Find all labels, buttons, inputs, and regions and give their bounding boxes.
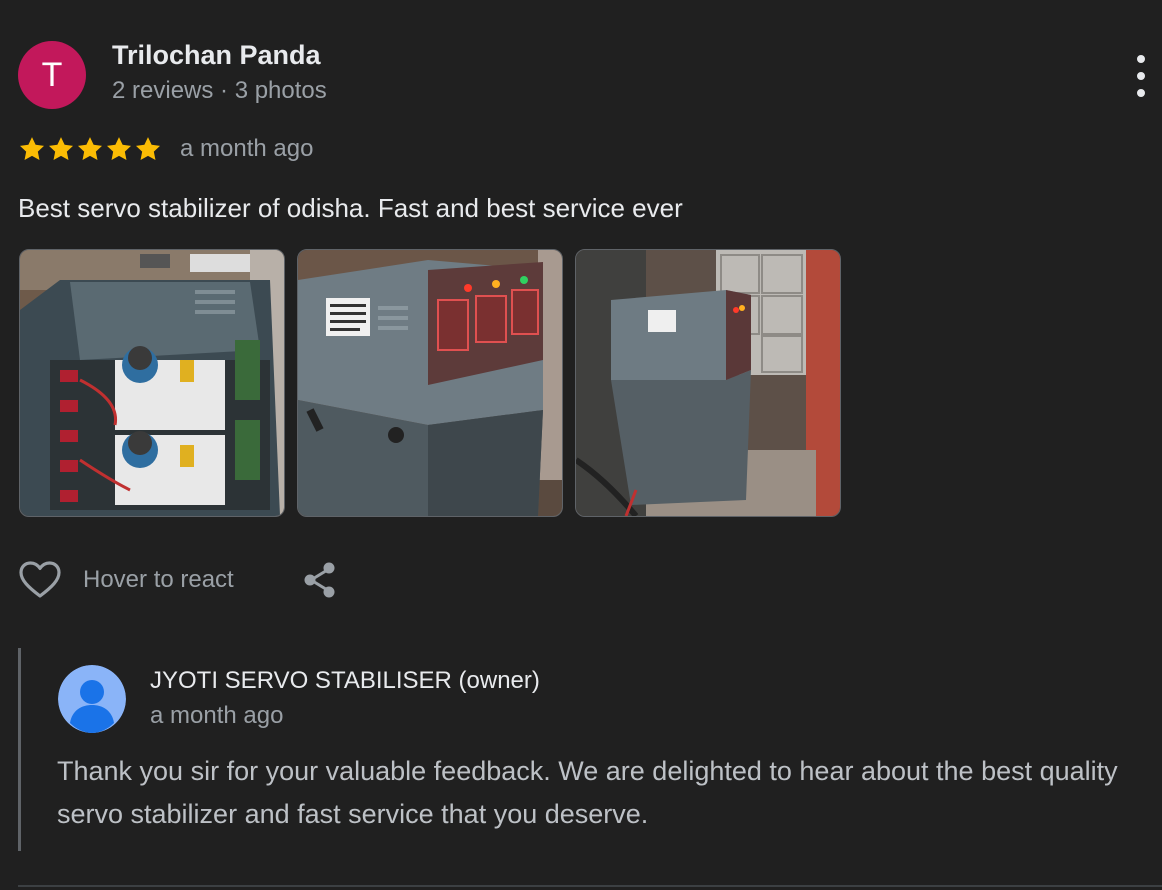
person-avatar-icon (58, 665, 126, 733)
share-icon[interactable] (300, 560, 340, 600)
review-text: Best servo stabilizer of odisha. Fast an… (18, 193, 683, 223)
more-vert-icon-dot (1137, 89, 1145, 97)
reviewer-avatar[interactable]: T (18, 41, 86, 109)
stabilizer-front-photo (298, 250, 562, 516)
review-photo-3[interactable] (575, 249, 841, 517)
star-icon (19, 137, 45, 160)
owner-reply-date: a month ago (150, 702, 284, 729)
more-options-button[interactable] (1124, 55, 1158, 97)
rating-row: a month ago (18, 134, 313, 164)
react-label: Hover to react (83, 566, 234, 593)
owner-avatar (58, 665, 126, 733)
owner-reply: JYOTI SERVO STABILISER (owner) a month a… (18, 648, 1151, 851)
star-icon (48, 137, 74, 160)
review-date: a month ago (180, 135, 314, 162)
review-photo-1[interactable] (19, 249, 285, 517)
more-vert-icon (1137, 55, 1145, 63)
divider (18, 885, 1162, 887)
review-actions: Hover to react (18, 558, 340, 602)
heart-icon (19, 561, 61, 598)
stabilizer-installed-photo (576, 250, 840, 516)
stabilizer-interior-photo (20, 250, 284, 516)
reviewer-meta[interactable]: 2 reviews · 3 photos (112, 77, 327, 105)
star-rating (18, 135, 162, 163)
star-icon (135, 137, 161, 160)
react-button[interactable]: Hover to react (18, 560, 234, 600)
review-card: T Trilochan Panda 2 reviews · 3 photos a… (0, 0, 1162, 890)
more-vert-icon-dot (1137, 72, 1145, 80)
owner-reply-text: Thank you sir for your valuable feedback… (57, 756, 1118, 829)
review-photos (19, 249, 841, 517)
reviewer-initial: T (41, 55, 63, 94)
review-photo-2[interactable] (297, 249, 563, 517)
star-icon (106, 137, 132, 160)
owner-name: JYOTI SERVO STABILISER (owner) (150, 667, 540, 694)
reviewer-name[interactable]: Trilochan Panda (112, 40, 321, 71)
star-icon (77, 137, 103, 160)
